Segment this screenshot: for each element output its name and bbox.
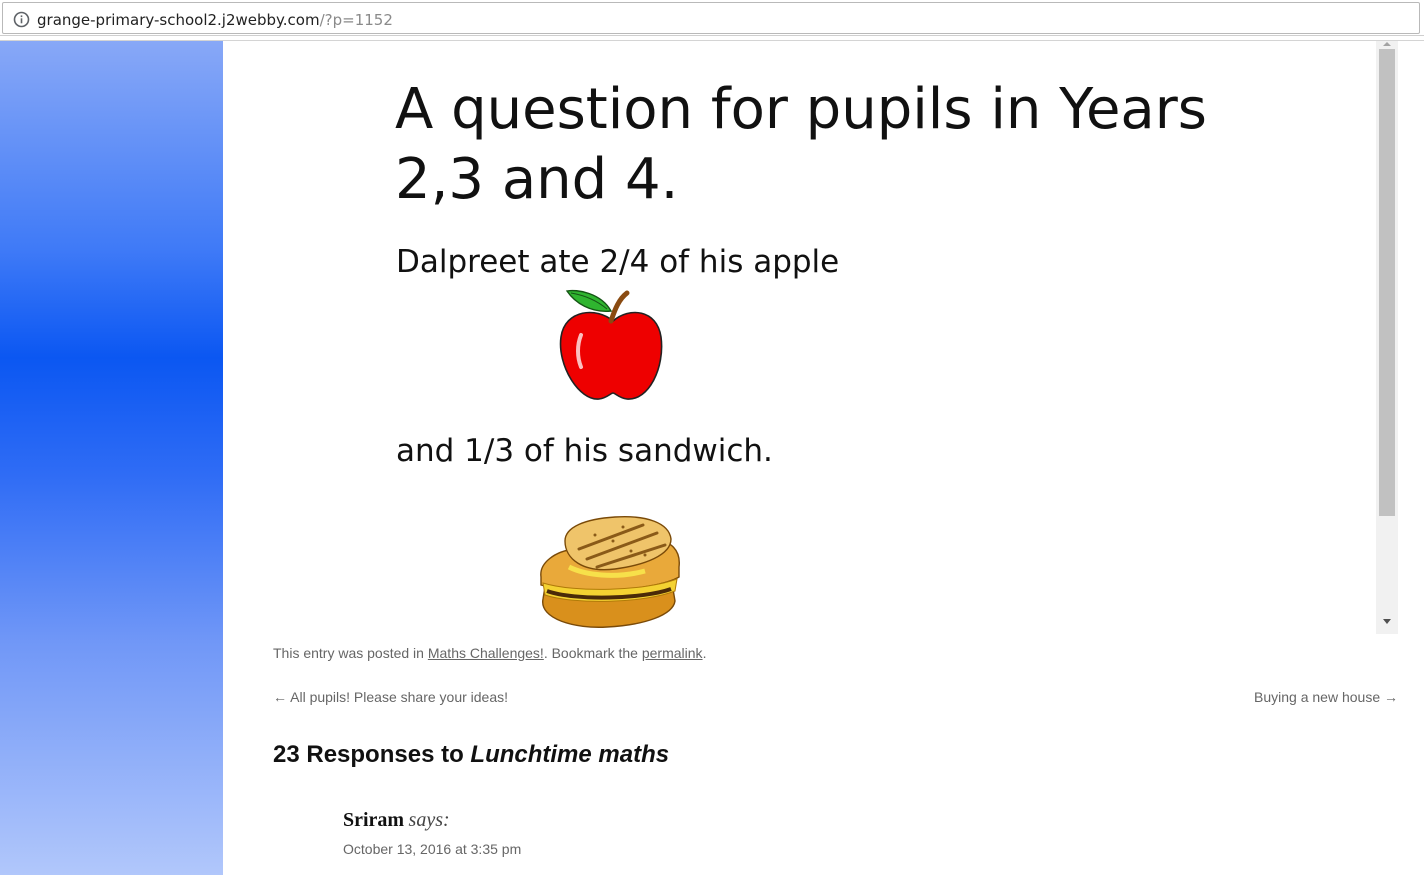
scrollbar-thumb[interactable] (1379, 49, 1395, 516)
comment-says: says: (408, 809, 450, 831)
entry-meta: This entry was posted in Maths Challenge… (273, 644, 706, 662)
info-icon[interactable] (13, 11, 30, 28)
main-content: A question for pupils in Years 2,3 and 4… (223, 41, 1424, 875)
scroll-down-arrow-icon[interactable] (1383, 619, 1391, 624)
next-post-link[interactable]: Buying a new house → (1254, 688, 1398, 706)
url-field[interactable]: grange-primary-school2.j2webby.com/?p=11… (2, 2, 1420, 34)
browser-address-bar: grange-primary-school2.j2webby.com/?p=11… (0, 0, 1424, 36)
apple-image (559, 289, 663, 400)
story-line-apple: Dalpreet ate 2/4 of his apple (396, 244, 840, 280)
comment-header: Sriram says: (343, 808, 521, 832)
meta-suffix: . (702, 645, 707, 661)
category-link[interactable]: Maths Challenges! (428, 645, 544, 661)
meta-prefix: This entry was posted in (273, 645, 428, 661)
sandwich-image (540, 516, 680, 628)
previous-post-link[interactable]: ← All pupils! Please share your ideas! (273, 688, 508, 706)
story-line-sandwich: and 1/3 of his sandwich. (396, 433, 773, 469)
permalink-link[interactable]: permalink (642, 645, 703, 661)
embedded-scrollbar[interactable] (1376, 41, 1398, 634)
meta-middle: . Bookmark the (543, 645, 642, 661)
comments-post-title: Lunchtime maths (470, 741, 670, 768)
comment-date[interactable]: October 13, 2016 at 3:35 pm (343, 840, 521, 858)
comment-author[interactable]: Sriram (343, 809, 404, 831)
left-gradient-background (0, 41, 223, 875)
comments-count-text: 23 Responses to (273, 741, 471, 768)
comments-title: 23 Responses to Lunchtime maths (273, 740, 669, 770)
url-path: /?p=1152 (319, 11, 393, 29)
scroll-up-arrow-icon[interactable] (1383, 42, 1391, 46)
url-host: grange-primary-school2.j2webby.com (37, 11, 320, 29)
embedded-post-frame[interactable]: A question for pupils in Years 2,3 and 4… (223, 41, 1398, 634)
url-text[interactable]: grange-primary-school2.j2webby.com/?p=11… (37, 11, 393, 29)
comment: Sriram says: October 13, 2016 at 3:35 pm (343, 808, 521, 858)
post-heading: A question for pupils in Years 2,3 and 4… (395, 77, 1207, 212)
